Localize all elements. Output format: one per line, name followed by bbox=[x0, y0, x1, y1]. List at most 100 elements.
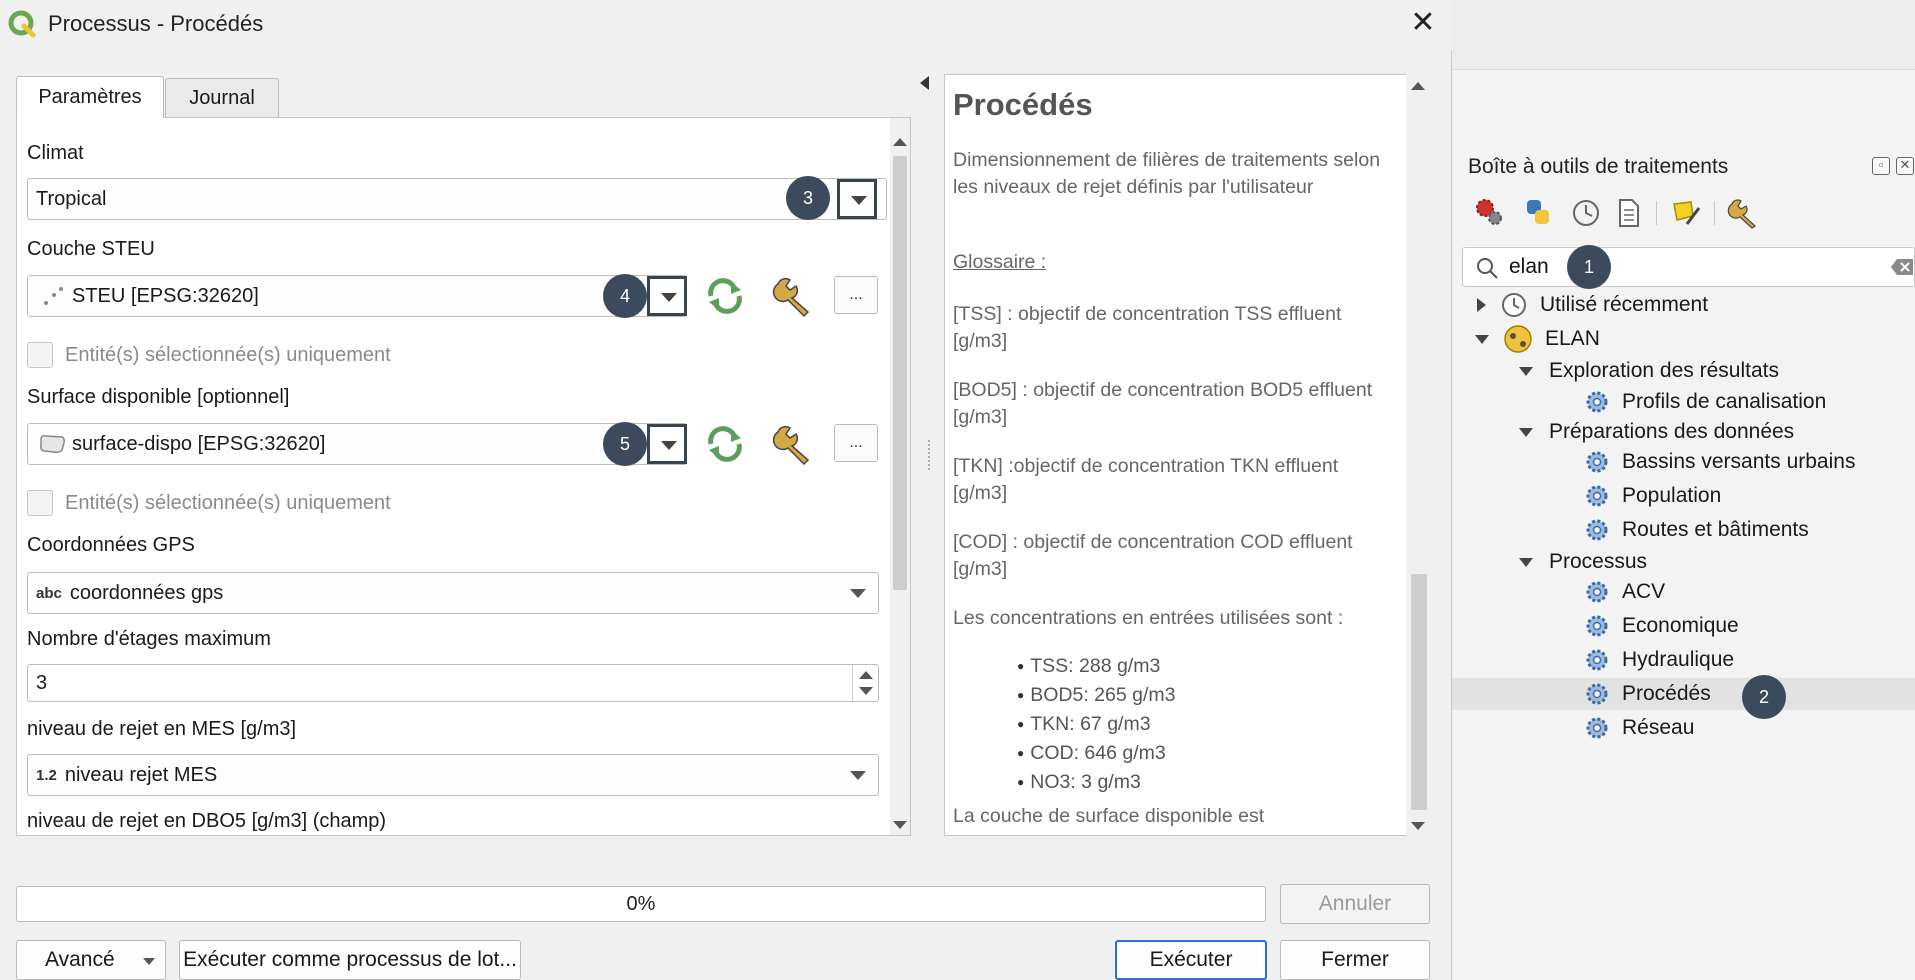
glossary-cod: [COD] : objectif de concentration COD ef… bbox=[953, 531, 1353, 580]
close-panel-icon[interactable]: ✕ bbox=[1896, 157, 1914, 175]
chevron-down-icon bbox=[850, 589, 866, 598]
surface-selected-only-checkbox[interactable]: Entité(s) sélectionnée(s) uniquement bbox=[27, 488, 391, 518]
refresh-layer-icon[interactable] bbox=[703, 423, 747, 465]
advanced-button[interactable]: Avancé bbox=[16, 940, 166, 980]
toolbox-title: Boîte à outils de traitements bbox=[1468, 155, 1729, 178]
algorithm-gear-icon bbox=[1584, 517, 1610, 543]
steu-dropdown-button[interactable] bbox=[647, 276, 687, 316]
tree-item-elan[interactable]: ELAN bbox=[1452, 323, 1915, 355]
close-icon[interactable]: ✕ bbox=[1408, 8, 1438, 38]
expand-arrow-icon[interactable] bbox=[1477, 298, 1486, 312]
search-icon bbox=[1475, 256, 1499, 285]
surface-label: Surface disponible [optionnel] bbox=[27, 386, 290, 408]
climat-dropdown-button[interactable] bbox=[837, 179, 877, 219]
collapse-arrow-icon[interactable] bbox=[1519, 427, 1533, 437]
params-scrollbar[interactable] bbox=[890, 118, 910, 835]
list-item: BOD5: 265 g/m3 bbox=[1017, 682, 1175, 711]
tree-algorithm-bassins[interactable]: Bassins versants urbains bbox=[1452, 446, 1915, 478]
clear-search-icon[interactable] bbox=[1890, 258, 1914, 276]
climat-label: Climat bbox=[27, 142, 84, 164]
surface-note: La couche de surface disponible est bbox=[953, 805, 1265, 827]
spin-arrows-icon[interactable] bbox=[852, 665, 878, 701]
tree-item-label: Préparations des données bbox=[1549, 420, 1795, 443]
collapse-help-icon[interactable] bbox=[920, 76, 929, 90]
search-input[interactable] bbox=[1507, 254, 1807, 280]
wrench-icon[interactable] bbox=[772, 275, 816, 318]
edit-features-icon[interactable] bbox=[1668, 195, 1704, 231]
title-bar: Processus - Procédés ✕ bbox=[0, 0, 1452, 50]
collapse-arrow-icon[interactable] bbox=[1519, 557, 1533, 567]
history-clock-icon[interactable] bbox=[1568, 195, 1604, 231]
tree-algorithm-profils[interactable]: Profils de canalisation bbox=[1452, 386, 1915, 418]
splitter-handle[interactable] bbox=[928, 440, 932, 470]
results-document-icon[interactable] bbox=[1610, 195, 1646, 231]
climat-combo[interactable]: Tropical bbox=[27, 178, 887, 220]
tree-item-label: Routes et bâtiments bbox=[1622, 518, 1809, 541]
batch-process-button[interactable]: Exécuter comme processus de lot... bbox=[179, 940, 521, 980]
surface-value: surface-dispo [EPSG:32620] bbox=[72, 432, 326, 455]
tree-algorithm-routes[interactable]: Routes et bâtiments bbox=[1452, 514, 1915, 546]
toolbox-search[interactable] bbox=[1462, 247, 1915, 287]
close-button[interactable]: Fermer bbox=[1280, 940, 1430, 980]
etages-spinbox[interactable]: 3 bbox=[27, 664, 879, 702]
list-item: COD: 646 g/m3 bbox=[1017, 740, 1176, 769]
surface-more-button[interactable]: ... bbox=[834, 424, 878, 462]
tree-algorithm-procedes[interactable]: Procédés bbox=[1452, 678, 1915, 710]
tree-algorithm-economique[interactable]: Economique bbox=[1452, 610, 1915, 642]
collapse-arrow-icon[interactable] bbox=[1519, 366, 1533, 376]
tab-parametres[interactable]: Paramètres bbox=[16, 76, 164, 118]
gps-field-combo[interactable]: abc coordonnées gps bbox=[27, 572, 879, 614]
numeric-field-type-icon: 1.2 bbox=[36, 766, 57, 784]
algorithm-gear-icon bbox=[1584, 647, 1610, 673]
surface-dropdown-button[interactable] bbox=[647, 424, 687, 464]
help-scrollbar[interactable] bbox=[1406, 74, 1430, 836]
tree-group-preparations[interactable]: Préparations des données bbox=[1452, 416, 1915, 448]
tree-item-label: Procédés bbox=[1622, 682, 1711, 705]
tree-algorithm-acv[interactable]: ACV bbox=[1452, 576, 1915, 608]
algorithm-gear-icon bbox=[1584, 579, 1610, 605]
point-layer-icon bbox=[42, 285, 64, 307]
tree-item-label: ELAN bbox=[1545, 327, 1600, 350]
steu-selected-only-checkbox[interactable]: Entité(s) sélectionnée(s) uniquement bbox=[27, 340, 391, 370]
tree-algorithm-hydraulique[interactable]: Hydraulique bbox=[1452, 644, 1915, 676]
python-icon[interactable] bbox=[1520, 195, 1556, 231]
window-title: Processus - Procédés bbox=[48, 11, 264, 36]
scrollbar-thumb[interactable] bbox=[893, 156, 907, 590]
run-button[interactable]: Exécuter bbox=[1115, 940, 1267, 980]
checkbox-box[interactable] bbox=[27, 490, 53, 516]
checkbox-box[interactable] bbox=[27, 342, 53, 368]
annotation-badge-5: 5 bbox=[603, 422, 647, 466]
steu-more-button[interactable]: ... bbox=[834, 276, 878, 314]
surface-layer-combo[interactable]: surface-dispo [EPSG:32620] bbox=[27, 423, 687, 465]
gps-value: coordonnées gps bbox=[69, 581, 224, 604]
etages-value: 3 bbox=[36, 671, 48, 694]
concentrations-heading: Les concentrations en entrées utilisées … bbox=[953, 607, 1344, 629]
toolbar-separator bbox=[1656, 201, 1657, 225]
cancel-button[interactable]: Annuler bbox=[1280, 884, 1430, 924]
tree-algorithm-reseau[interactable]: Réseau bbox=[1452, 712, 1915, 744]
steu-layer-combo[interactable]: STEU [EPSG:32620] bbox=[27, 275, 687, 317]
surface-selected-only-label: Entité(s) sélectionnée(s) uniquement bbox=[65, 491, 391, 514]
mes-field-combo[interactable]: 1.2 niveau rejet MES bbox=[27, 754, 879, 796]
tree-algorithm-population[interactable]: Population bbox=[1452, 480, 1915, 512]
tree-item-label: Economique bbox=[1622, 614, 1739, 637]
wrench-icon[interactable] bbox=[772, 423, 816, 466]
scrollbar-thumb[interactable] bbox=[1411, 574, 1427, 810]
tree-group-processus[interactable]: Processus bbox=[1452, 546, 1915, 578]
tree-group-exploration[interactable]: Exploration des résultats bbox=[1452, 355, 1915, 387]
list-item: NO3: 3 g/m3 bbox=[1017, 769, 1176, 798]
qgis-logo-icon bbox=[8, 10, 36, 43]
models-gears-icon[interactable] bbox=[1472, 195, 1508, 231]
algorithm-gear-icon bbox=[1584, 389, 1610, 415]
chevron-down-icon bbox=[143, 958, 155, 965]
options-wrench-icon[interactable] bbox=[1726, 195, 1762, 231]
toolbar-strip bbox=[1452, 70, 1915, 150]
text-field-type-icon: abc bbox=[36, 584, 62, 602]
float-panel-icon[interactable]: ▫ bbox=[1872, 157, 1890, 175]
refresh-layer-icon[interactable] bbox=[703, 275, 747, 317]
collapse-arrow-icon[interactable] bbox=[1475, 334, 1489, 344]
processing-toolbox: Boîte à outils de traitements ▫ ✕ elan 1… bbox=[1452, 0, 1915, 980]
progress-text: 0% bbox=[626, 892, 656, 915]
tree-item-recent[interactable]: Utilisé récemment bbox=[1452, 289, 1915, 321]
tab-journal[interactable]: Journal bbox=[165, 78, 279, 118]
